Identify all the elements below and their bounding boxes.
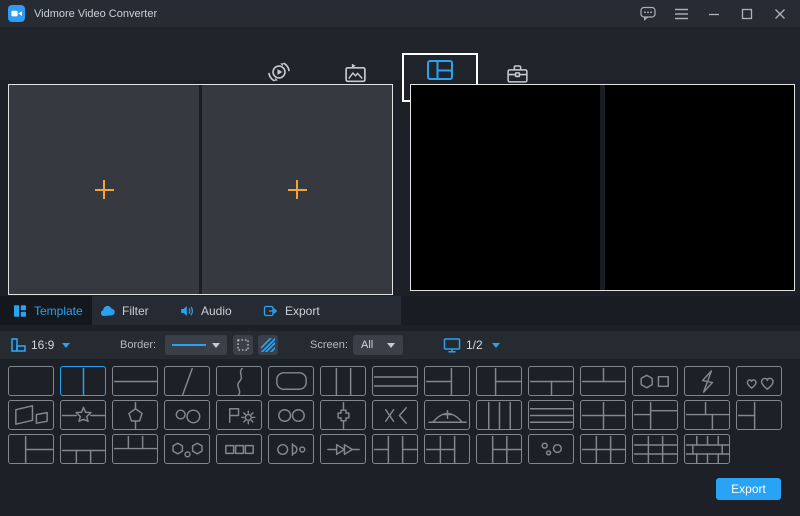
template-grid-2x2[interactable] [580, 400, 626, 430]
template-arch-cross[interactable] [424, 400, 470, 430]
template-h4[interactable] [528, 400, 574, 430]
filter-icon [100, 305, 115, 317]
template-rounded-pip[interactable] [268, 366, 314, 396]
toolbox-icon [484, 58, 550, 85]
template-three-squares[interactable] [216, 434, 262, 464]
template-h2[interactable] [112, 366, 158, 396]
template-grid [8, 366, 782, 468]
template-grid3-leftmid[interactable] [424, 434, 470, 464]
feedback-icon[interactable] [640, 6, 656, 22]
main-nav: Converter MV Collage [0, 27, 800, 80]
converter-icon [244, 58, 314, 85]
template-grid-3x2[interactable] [580, 434, 626, 464]
dashed-frame-button[interactable] [233, 335, 253, 355]
export-button[interactable]: Export [716, 478, 781, 500]
template-icon [13, 304, 27, 318]
template-bolt[interactable] [684, 366, 730, 396]
collage-icon [426, 58, 454, 82]
aspect-ratio-value[interactable]: 16:9 [31, 338, 54, 352]
tab-export[interactable]: Export [263, 296, 320, 325]
template-grid-center[interactable] [684, 434, 730, 464]
template-hex-dot-hex[interactable] [164, 434, 210, 464]
screen-label: Screen: [310, 339, 348, 351]
preview-panel [410, 84, 795, 291]
aspect-ratio-icon [10, 337, 26, 353]
tab-template[interactable]: Template [0, 296, 92, 325]
collage-cell-1[interactable] [9, 85, 199, 294]
preview-cell-1 [411, 85, 600, 290]
app-logo-icon [8, 5, 25, 22]
tab-audio[interactable]: Audio [180, 296, 232, 325]
add-video-icon[interactable] [95, 180, 114, 199]
audio-icon [180, 304, 194, 318]
template-top3-bottom1[interactable] [112, 434, 158, 464]
screen-icon [443, 337, 461, 354]
add-video-icon[interactable] [288, 180, 307, 199]
close-icon[interactable] [772, 6, 788, 22]
template-left2-big[interactable] [736, 400, 782, 430]
template-hex-square[interactable] [632, 366, 678, 396]
maximize-icon[interactable] [739, 6, 755, 22]
template-v2[interactable] [60, 366, 106, 396]
template-wave[interactable] [216, 366, 262, 396]
border-line-icon [172, 344, 206, 346]
page-indicator: 1/2 [466, 338, 483, 352]
template-hearts[interactable] [736, 366, 782, 396]
editor-tabbar: Template Filter Audio Export [0, 296, 401, 325]
template-single[interactable] [8, 366, 54, 396]
hatch-fill-button[interactable] [258, 335, 278, 355]
collage-toolbar: 16:9 Border: Screen: All 1/2 [0, 331, 800, 359]
border-label: Border: [120, 339, 156, 351]
template-col-plus-grid[interactable] [476, 434, 522, 464]
template-flag-gear[interactable] [216, 400, 262, 430]
template-circle-pair[interactable] [268, 400, 314, 430]
border-style-select[interactable] [165, 335, 227, 355]
export-icon [263, 304, 278, 318]
template-circle-pair-small-big[interactable] [164, 400, 210, 430]
aspect-caret-icon[interactable] [62, 343, 70, 348]
template-mixed-top2[interactable] [684, 400, 730, 430]
collage-cell-2[interactable] [202, 85, 392, 294]
template-left2-right1[interactable] [424, 366, 470, 396]
template-top1-bottom3[interactable] [60, 434, 106, 464]
template-v4[interactable] [476, 400, 522, 430]
preview-cell-2 [605, 85, 794, 290]
titlebar: Vidmore Video Converter [0, 0, 800, 27]
screen-value: All [361, 339, 373, 351]
player-bar: 00:00:00.00/00:00:01.00 [401, 296, 800, 325]
template-v3[interactable] [320, 366, 366, 396]
menu-icon[interactable] [673, 6, 689, 22]
border-caret-icon [212, 343, 220, 348]
template-left1-right2-wide[interactable] [8, 434, 54, 464]
collage-editor [8, 84, 393, 295]
template-pentagon[interactable] [112, 400, 158, 430]
mv-icon [322, 58, 388, 85]
template-x-bracket[interactable] [372, 400, 418, 430]
template-left1-right2[interactable] [476, 366, 522, 396]
tab-filter[interactable]: Filter [100, 296, 149, 325]
template-top2-bottom1[interactable] [580, 366, 626, 396]
window-title: Vidmore Video Converter [34, 8, 157, 20]
template-circle-d-dot[interactable] [268, 434, 314, 464]
template-mixed-left2[interactable] [632, 400, 678, 430]
template-h3[interactable] [372, 366, 418, 396]
minimize-icon[interactable] [706, 6, 722, 22]
template-quads[interactable] [8, 400, 54, 430]
template-dots[interactable] [528, 434, 574, 464]
template-top1-bottom2[interactable] [528, 366, 574, 396]
template-diagonal[interactable] [164, 366, 210, 396]
screen-select[interactable]: All [353, 335, 403, 355]
template-ff-arrows[interactable] [320, 434, 366, 464]
template-grid-3x3[interactable] [632, 434, 678, 464]
screen-caret-icon [387, 343, 395, 348]
template-grid3-sides[interactable] [372, 434, 418, 464]
page-caret-icon[interactable] [492, 343, 500, 348]
template-puzzle[interactable] [320, 400, 366, 430]
template-star[interactable] [60, 400, 106, 430]
